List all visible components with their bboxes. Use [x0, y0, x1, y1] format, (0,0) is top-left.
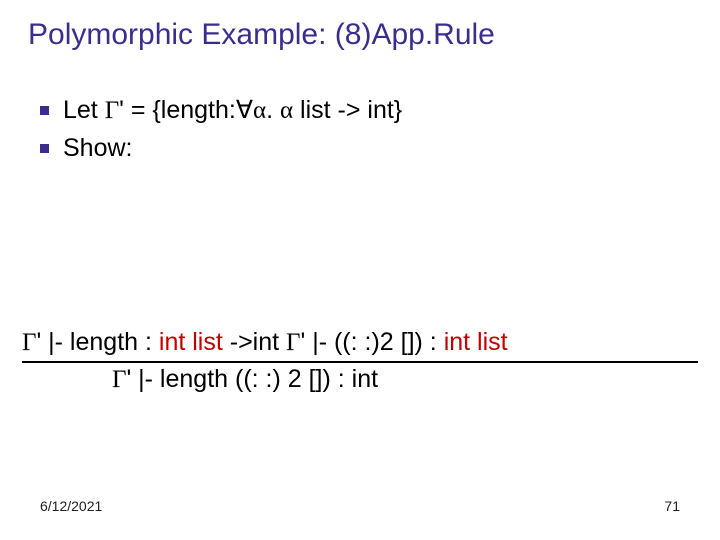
- footer-page-number: 71: [664, 498, 680, 514]
- rule-premise: Γ' |- length : int list ->int Γ' |- ((: …: [22, 328, 702, 357]
- text-fragment: ->int: [230, 328, 286, 356]
- gamma-symbol: Γ: [286, 329, 300, 356]
- bullet-item: Let Γ' = {length:∀α. α list -> int}: [40, 94, 692, 128]
- slide: Polymorphic Example: (8)App.Rule Let Γ' …: [0, 0, 720, 540]
- text-fragment: .: [266, 96, 280, 124]
- rule-divider: [22, 361, 698, 363]
- bullet-icon: [40, 144, 49, 153]
- text-fragment: ' |- length :: [36, 328, 158, 356]
- bullet-item: Show:: [40, 132, 692, 165]
- bullet-icon: [40, 106, 49, 115]
- alpha-symbol: α: [253, 97, 266, 124]
- text-fragment: ' |- length ((: :) 2 []) : int: [126, 365, 378, 393]
- footer-date: 6/12/2021: [40, 498, 102, 514]
- bullet-text: Show:: [63, 132, 132, 165]
- gamma-symbol: Γ: [22, 329, 36, 356]
- type-highlight: int list: [159, 328, 230, 356]
- bullet-text: Let Γ' = {length:∀α. α list -> int}: [63, 94, 402, 128]
- bullet-list: Let Γ' = {length:∀α. α list -> int} Show…: [40, 94, 692, 164]
- slide-title: Polymorphic Example: (8)App.Rule: [28, 18, 692, 52]
- forall-symbol: ∀: [236, 97, 253, 124]
- text-fragment: ' |- ((: :)2 []) :: [300, 328, 443, 356]
- rule-conclusion: Γ' |- length ((: :) 2 []) : int: [112, 365, 702, 394]
- alpha-symbol: α: [280, 97, 293, 124]
- text-fragment: ' = {length:: [119, 96, 236, 124]
- gamma-symbol: Γ: [105, 97, 119, 124]
- inference-rule: Γ' |- length : int list ->int Γ' |- ((: …: [22, 328, 702, 394]
- text-fragment: list -> int}: [293, 96, 402, 124]
- text-fragment: Let: [63, 96, 105, 124]
- type-highlight: int list: [444, 328, 508, 356]
- gamma-symbol: Γ: [112, 366, 126, 393]
